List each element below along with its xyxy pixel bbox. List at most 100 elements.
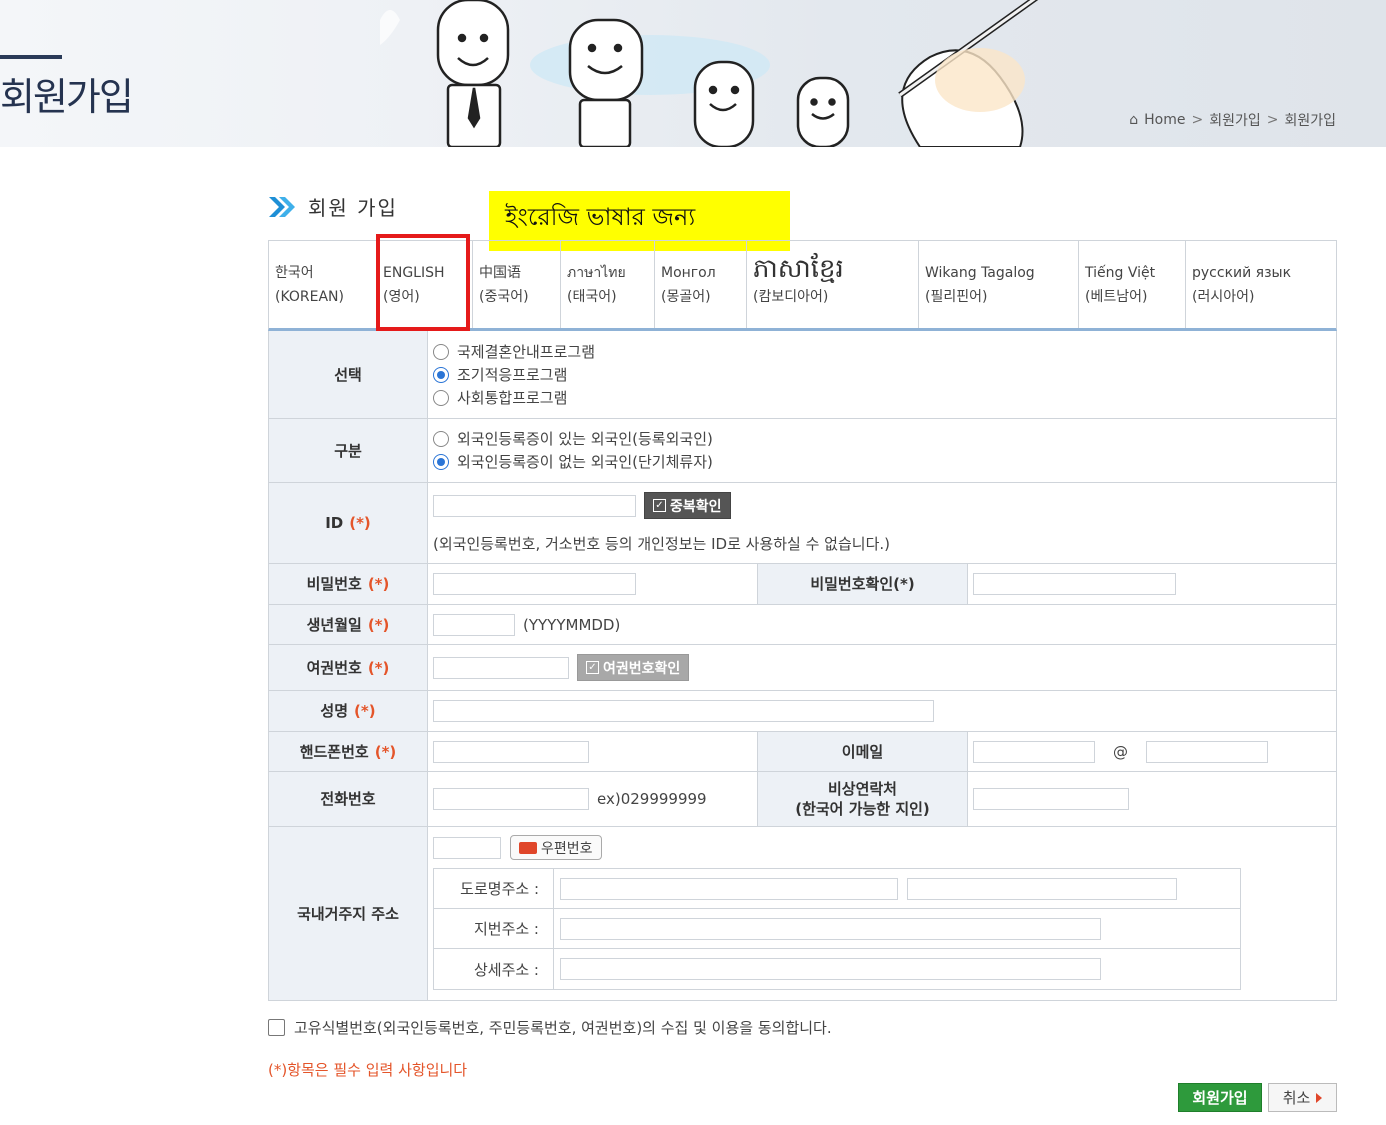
tab-label: Монгол xyxy=(661,265,716,281)
button-label: 취소 xyxy=(1282,1089,1311,1107)
phone-label: 핸드폰번호 (*) xyxy=(269,732,428,771)
password-confirm-input[interactable] xyxy=(973,573,1176,595)
tab-vietnamese[interactable]: Tiếng Việt (베트남어) xyxy=(1079,241,1186,328)
label-text: 전화번호 xyxy=(320,790,376,808)
label-subtext: (한국어 가능한 지인) xyxy=(795,800,930,818)
tab-cambodian[interactable]: ភាសាខ្មែរ (캄보디아어) xyxy=(747,241,919,328)
passport-label: 여권번호 (*) xyxy=(269,645,428,690)
tab-sublabel: (러시아어) xyxy=(1192,289,1255,305)
id-input[interactable] xyxy=(433,494,636,517)
tab-sublabel: (KOREAN) xyxy=(275,289,344,305)
id-row: ID (*) ✓ 중복확인 (외국인등록번호, 거소번호 등의 개인정보는 ID로 … xyxy=(269,483,1336,564)
agree-checkbox[interactable] xyxy=(268,1019,285,1036)
cancel-button[interactable]: 취소 xyxy=(1268,1083,1337,1112)
label-text: 성명 xyxy=(320,702,349,720)
program-radio-3[interactable] xyxy=(433,389,449,406)
tel-label: 전화번호 xyxy=(269,772,428,826)
passport-input[interactable] xyxy=(433,656,569,679)
tab-filipino[interactable]: Wikang Tagalog (필리핀어) xyxy=(919,241,1079,328)
header-banner: 회원가입 ⌂ Home > 회원가입 > 회원가입 xyxy=(0,0,1386,147)
program-radio-2[interactable] xyxy=(433,366,449,383)
required-mark: (*) xyxy=(893,575,915,593)
birth-input[interactable] xyxy=(433,613,515,636)
tab-label: ภาษาไทย xyxy=(567,265,626,281)
label-text: 이메일 xyxy=(841,742,884,761)
tab-chinese[interactable]: 中国语 (중국어) xyxy=(473,241,561,328)
family-illustration xyxy=(380,0,1039,147)
agree-text: 고유식별번호(외국인등록번호, 주민등록번호, 여권번호)의 수집 및 이용을 … xyxy=(294,1019,832,1037)
password-label: 비밀번호 (*) xyxy=(269,564,428,604)
email-id-input[interactable] xyxy=(973,740,1095,763)
postal-icon xyxy=(519,841,537,854)
radio-label: 외국인등록증이 있는 외국인(등록외국인) xyxy=(457,430,713,448)
category-radio-1[interactable] xyxy=(433,431,449,447)
name-row: 성명 (*) xyxy=(269,691,1336,732)
required-mark: (*) xyxy=(354,702,376,720)
id-label: ID (*) xyxy=(269,483,428,563)
tab-sublabel: (베트남어) xyxy=(1085,289,1148,305)
passport-check-button[interactable]: ✓ 여권번호확인 xyxy=(577,654,690,681)
phone-input[interactable] xyxy=(433,740,589,763)
email-label: 이메일 xyxy=(757,732,968,771)
tel-example: ex)029999999 xyxy=(597,790,707,808)
agree-row: 고유식별번호(외국인등록번호, 주민등록번호, 여권번호)의 수집 및 이용을 … xyxy=(268,1017,832,1038)
check-icon: ✓ xyxy=(653,499,666,512)
jibun-address-input[interactable] xyxy=(560,917,1101,940)
id-check-button[interactable]: ✓ 중복확인 xyxy=(644,492,731,519)
radio-label: 국제결혼안내프로그램 xyxy=(457,342,596,361)
detail-address-input[interactable] xyxy=(560,958,1101,980)
name-label: 성명 (*) xyxy=(269,691,428,731)
phone-row: 핸드폰번호 (*) 이메일 @ xyxy=(269,732,1336,772)
road-address-row: 도로명주소 : xyxy=(434,869,1240,909)
password-confirm-label: 비밀번호확인 (*) xyxy=(757,564,968,604)
email-domain-input[interactable] xyxy=(1146,740,1268,763)
home-icon[interactable]: ⌂ xyxy=(1129,112,1138,128)
tab-russian[interactable]: русский язык (러시아어) xyxy=(1186,241,1336,328)
tab-thai[interactable]: ภาษาไทย (태국어) xyxy=(561,241,655,328)
birth-row: 생년월일 (*) (YYYYMMDD) xyxy=(269,605,1336,645)
program-radio-1[interactable] xyxy=(433,343,449,360)
label-text: 생년월일 xyxy=(306,615,362,634)
at-sign: @ xyxy=(1113,742,1128,761)
emergency-label: 비상연락처 (한국어 가능한 지인) xyxy=(757,772,968,826)
breadcrumb-home[interactable]: Home xyxy=(1144,112,1185,128)
road-address-input[interactable] xyxy=(560,877,898,900)
label-text: 핸드폰번호 xyxy=(299,742,369,761)
road-address-extra-input[interactable] xyxy=(907,877,1177,900)
button-label: 우편번호 xyxy=(541,840,593,857)
tab-label: Wikang Tagalog xyxy=(925,265,1035,281)
breadcrumb-current: 회원가입 xyxy=(1284,113,1336,129)
breadcrumb-item[interactable]: 회원가입 xyxy=(1209,110,1261,130)
program-row: 선택 국제결혼안내프로그램 조기적응프로그램 사회통합프로그램 xyxy=(269,331,1336,419)
label-text: 비밀번호 xyxy=(306,575,362,593)
address-label: 국내거주지 주소 xyxy=(269,827,428,1000)
english-highlight-box xyxy=(376,234,470,331)
jibun-address-row: 지번주소 : xyxy=(434,909,1240,949)
zipcode-input[interactable] xyxy=(433,836,501,859)
join-button[interactable]: 회원가입 xyxy=(1178,1083,1262,1112)
tab-label: русский язык xyxy=(1192,265,1292,281)
program-radio-group: 국제결혼안내프로그램 조기적응프로그램 사회통합프로그램 xyxy=(433,342,595,408)
radio-label: 조기적응프로그램 xyxy=(457,365,568,384)
tab-label: 中国语 xyxy=(479,265,521,281)
tab-korean[interactable]: 한국어 (KOREAN) xyxy=(269,241,377,328)
tel-input[interactable] xyxy=(433,788,589,810)
address-row: 국내거주지 주소 우편번호 도로명주소 : 지번주소 : 상세주소 : xyxy=(269,827,1336,1000)
zipcode-button[interactable]: 우편번호 xyxy=(510,835,602,860)
tab-label: ភាសាខ្មែរ xyxy=(753,254,844,284)
address-fields: 도로명주소 : 지번주소 : 상세주소 : xyxy=(433,868,1241,990)
label-text: 여권번호 xyxy=(306,658,362,677)
password-input[interactable] xyxy=(433,573,636,595)
detail-address-label: 상세주소 : xyxy=(434,949,554,989)
breadcrumb-separator: > xyxy=(1191,112,1204,128)
required-mark: (*) xyxy=(374,742,397,761)
name-input[interactable] xyxy=(433,700,934,722)
tab-sublabel: (중국어) xyxy=(479,289,529,305)
tab-mongolian[interactable]: Монгол (몽골어) xyxy=(655,241,747,328)
category-radio-2[interactable] xyxy=(433,454,449,470)
tel-row: 전화번호 ex)029999999 비상연락처 (한국어 가능한 지인) xyxy=(269,772,1336,827)
required-mark: (*) xyxy=(367,658,390,677)
emergency-input[interactable] xyxy=(973,788,1129,810)
title-rule xyxy=(0,55,62,59)
label-text: 선택 xyxy=(334,365,362,384)
